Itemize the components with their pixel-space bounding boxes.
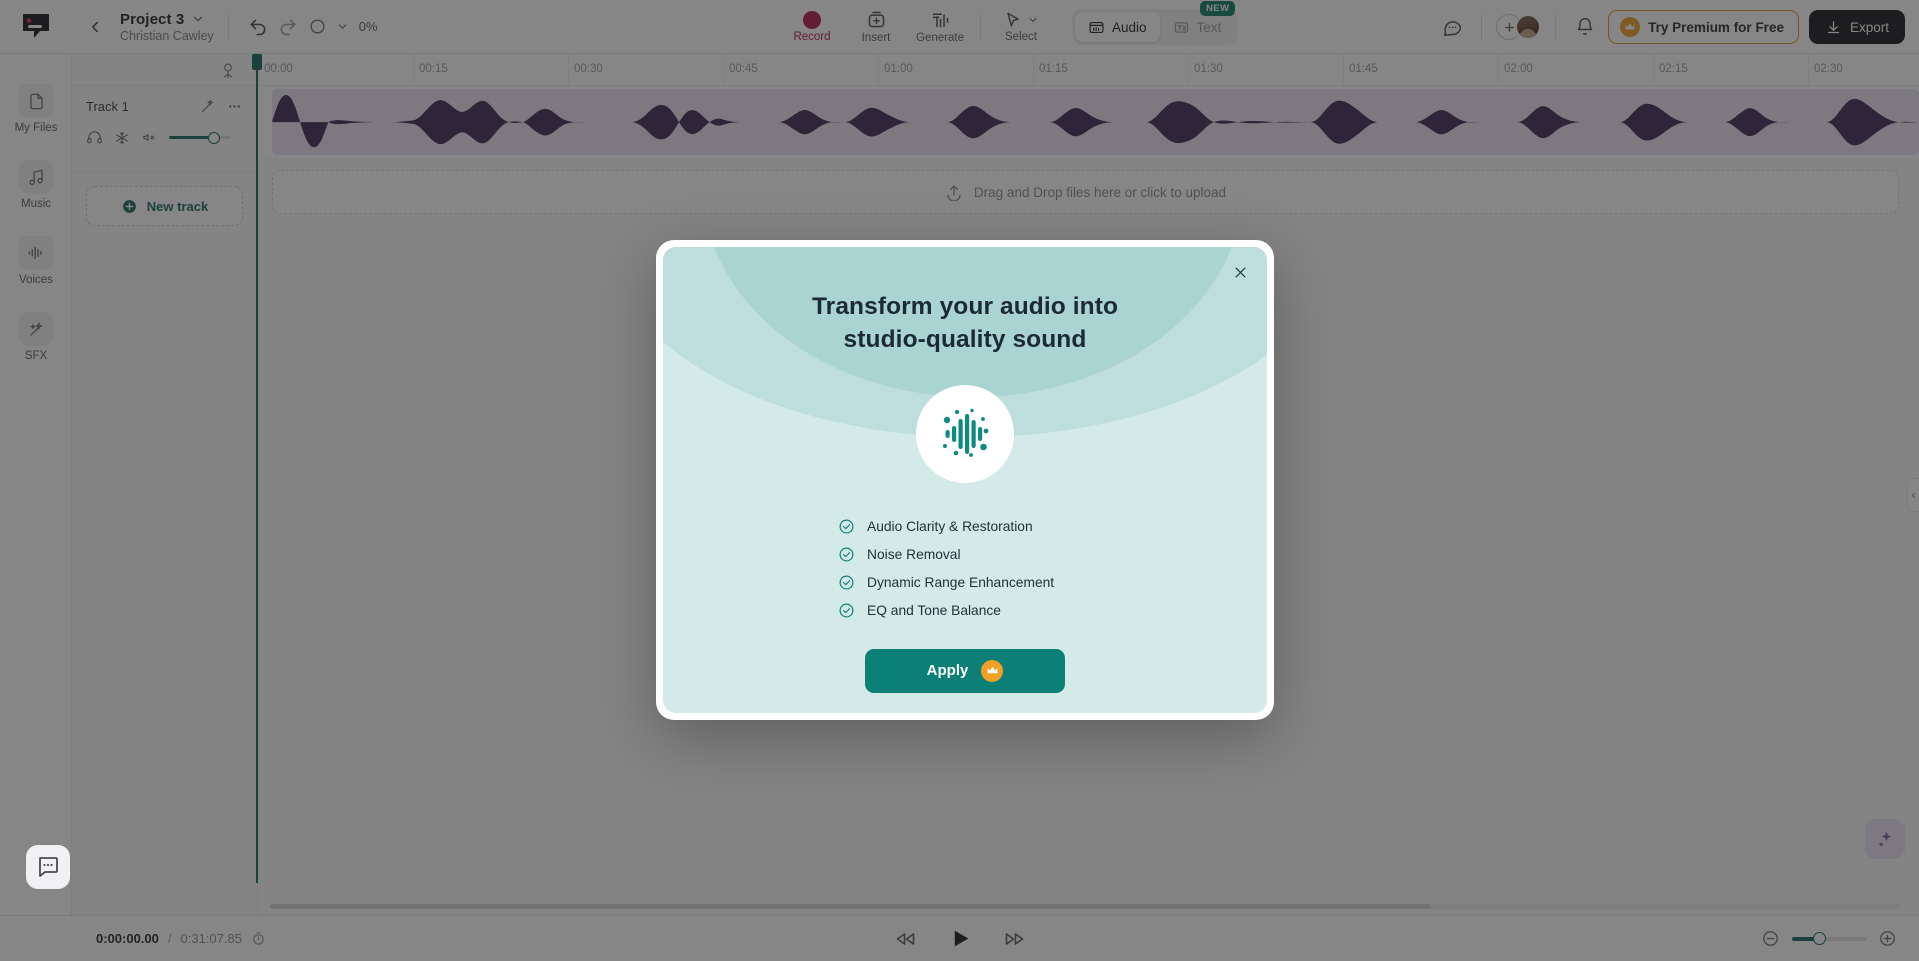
- feature-item: Noise Removal: [838, 541, 1267, 569]
- audio-waveform-icon: [943, 408, 989, 457]
- modal-title-line1: Transform your audio into: [811, 293, 1119, 320]
- feature-label: EQ and Tone Balance: [867, 603, 1001, 619]
- modal-title-line2: studio-quality sound: [843, 325, 1087, 353]
- feature-label: Dynamic Range Enhancement: [867, 575, 1055, 591]
- check-circle-icon: [839, 575, 854, 590]
- feature-item: EQ and Tone Balance: [838, 597, 1267, 625]
- app-root: Project 3 Christian Cawley 0% Record: [0, 0, 1919, 961]
- feature-label: Noise Removal: [867, 547, 961, 563]
- crown-glyph: [987, 666, 998, 674]
- close-icon: [1235, 267, 1245, 277]
- check-circle-icon: [839, 547, 854, 562]
- intercom-launcher[interactable]: [26, 845, 70, 889]
- modal-close-button[interactable]: [1227, 259, 1253, 285]
- feature-list: Audio Clarity & Restoration Noise Remova…: [838, 513, 1267, 625]
- modal-title: Transform your audio into studio-quality…: [663, 291, 1267, 357]
- apply-button[interactable]: Apply: [865, 648, 1065, 693]
- audio-waveform-orb: [916, 384, 1014, 483]
- crown-icon: [981, 659, 1004, 682]
- check-circle-icon: [839, 519, 854, 534]
- enhance-audio-modal: Transform your audio into studio-quality…: [656, 240, 1274, 720]
- feature-item: Dynamic Range Enhancement: [838, 569, 1267, 597]
- feature-item: Audio Clarity & Restoration: [838, 513, 1267, 541]
- check-circle-icon: [839, 603, 854, 618]
- intercom-chat-icon: [39, 857, 58, 877]
- apply-label: Apply: [926, 662, 969, 680]
- feature-label: Audio Clarity & Restoration: [867, 519, 1033, 535]
